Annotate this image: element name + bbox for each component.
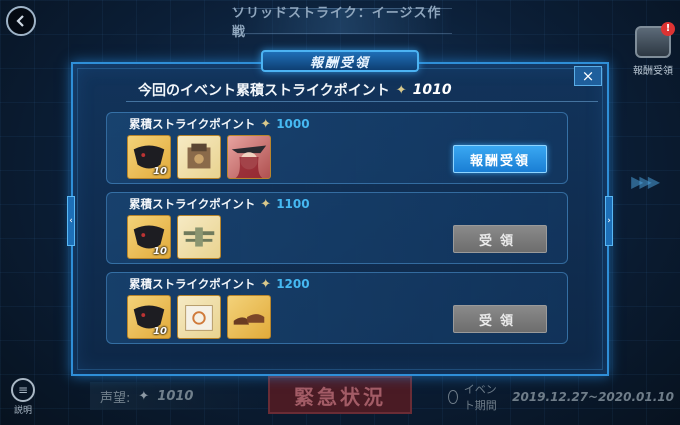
claim-reward-button[interactable]: 報酬受領 bbox=[453, 145, 547, 173]
black-mask-icon[interactable]: 10 bbox=[127, 215, 171, 259]
divider bbox=[126, 101, 598, 102]
reward-row: 累積ストライクポイント ✦ 1200 10 受領 bbox=[106, 272, 568, 344]
row-label: 累積ストライクポイント ✦ 1200 bbox=[129, 276, 310, 292]
page-title: ソリッドストライク：イージス作戦 bbox=[232, 6, 452, 40]
reward-corner-button[interactable]: ! 報酬受領 bbox=[630, 22, 676, 86]
side-arrow-left-icon[interactable]: ‹ bbox=[67, 196, 75, 246]
help-button[interactable]: ≡ 説明 bbox=[8, 378, 38, 416]
row-points: 1200 bbox=[276, 277, 310, 291]
currency-value: 1010 bbox=[157, 388, 194, 404]
side-arrow-right-icon[interactable]: › bbox=[605, 196, 613, 246]
star-emblem-icon: ✦ bbox=[260, 196, 272, 212]
modal-header: 今回のイベント累積ストライクポイント ✦ 1010 bbox=[138, 80, 598, 100]
reward-row: 累積ストライクポイント ✦ 1000 10 報酬受領 bbox=[106, 112, 568, 184]
row-label-text: 累積ストライクポイント bbox=[129, 197, 256, 211]
clock-icon bbox=[448, 390, 458, 404]
item-quantity: 10 bbox=[153, 326, 167, 337]
help-label: 説明 bbox=[13, 406, 32, 416]
event-period: イベント期間 2019.12.27~2020.01.10 bbox=[448, 383, 674, 412]
row-points: 1000 bbox=[276, 117, 310, 131]
reward-corner-label: 報酬受領 bbox=[633, 66, 673, 77]
modal-title: 報酬受領 bbox=[261, 50, 419, 72]
star-emblem-icon: ✦ bbox=[260, 116, 272, 132]
claim-reward-button[interactable]: 受領 bbox=[453, 305, 547, 333]
period-dates: 2019.12.27~2020.01.10 bbox=[512, 390, 674, 404]
arrows-right-icon: ▶▶▶ bbox=[631, 172, 660, 191]
item-quantity: 10 bbox=[153, 166, 167, 177]
reward-items: 10 bbox=[127, 295, 271, 339]
character-portrait-icon[interactable] bbox=[227, 135, 271, 179]
row-label: 累積ストライクポイント ✦ 1100 bbox=[129, 196, 310, 212]
black-mask-icon[interactable]: 10 bbox=[127, 135, 171, 179]
list-icon: ≡ bbox=[11, 378, 35, 402]
row-points: 1100 bbox=[276, 197, 310, 211]
claim-reward-button[interactable]: 受領 bbox=[453, 225, 547, 253]
reward-row: 累積ストライクポイント ✦ 1100 10 受領 bbox=[106, 192, 568, 264]
row-label: 累積ストライクポイント ✦ 1000 bbox=[129, 116, 310, 132]
notification-badge: ! bbox=[661, 22, 675, 36]
row-label-text: 累積ストライクポイント bbox=[129, 117, 256, 131]
reward-items: 10 bbox=[127, 215, 221, 259]
reward-items: 10 bbox=[127, 135, 271, 179]
header-text: 今回のイベント累積ストライクポイント bbox=[138, 83, 390, 99]
row-label-text: 累積ストライクポイント bbox=[129, 277, 256, 291]
star-emblem-icon: ✦ bbox=[138, 388, 150, 404]
biplane-icon[interactable] bbox=[177, 215, 221, 259]
header-value: 1010 bbox=[412, 82, 452, 98]
currency-bar: 声望: ✦ 1010 bbox=[90, 382, 270, 410]
chest-icon: ! bbox=[635, 22, 675, 58]
item-quantity: 10 bbox=[153, 246, 167, 257]
box-icon[interactable] bbox=[177, 295, 221, 339]
star-emblem-icon: ✦ bbox=[395, 82, 407, 98]
shoes-icon[interactable] bbox=[227, 295, 271, 339]
emergency-button[interactable]: 緊急状況 bbox=[268, 376, 412, 414]
currency-label: 声望: bbox=[100, 390, 131, 406]
star-emblem-icon: ✦ bbox=[260, 276, 272, 292]
chevron-left-icon bbox=[16, 15, 24, 27]
back-button[interactable] bbox=[6, 6, 36, 36]
black-mask-icon[interactable]: 10 bbox=[127, 295, 171, 339]
period-label: イベント期間 bbox=[463, 383, 497, 412]
shipgirl-cube-icon[interactable] bbox=[177, 135, 221, 179]
